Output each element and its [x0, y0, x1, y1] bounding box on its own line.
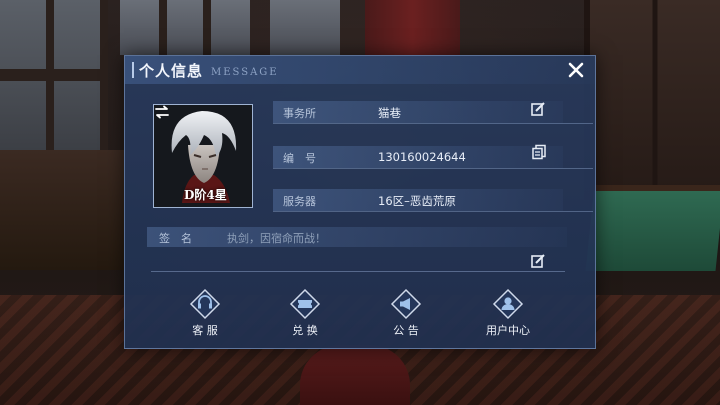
copy-icon[interactable]	[531, 144, 547, 160]
background-figure	[300, 345, 410, 405]
action-bar: 客 服 兑 换 公 告 用户中心	[125, 288, 595, 338]
customer-service-label: 客 服	[192, 324, 218, 337]
ticket-icon	[289, 288, 321, 320]
redeem-button[interactable]: 兑 换	[270, 288, 340, 338]
headset-icon	[189, 288, 221, 320]
megaphone-icon	[390, 288, 422, 320]
background-window	[270, 0, 340, 55]
personal-info-dialog: 个人信息 MESSAGE D阶4星 事务所 猫巷 编 号 13016002464…	[124, 55, 596, 349]
signature-label: 签 名	[159, 232, 192, 245]
rank-label: D阶4星	[184, 188, 227, 202]
avatar[interactable]: D阶4星	[153, 104, 253, 208]
edit-icon[interactable]	[530, 253, 546, 269]
title-accent	[132, 62, 134, 78]
id-label: 编 号	[283, 152, 316, 165]
office-row: 事务所 猫巷	[273, 101, 593, 124]
background-window	[120, 0, 250, 55]
background-shelf	[0, 150, 125, 270]
edit-icon[interactable]	[530, 101, 546, 117]
server-value: 16区–恶齿荒原	[378, 194, 456, 208]
dialog-title: 个人信息	[139, 62, 204, 80]
server-row: 服务器 16区–恶齿荒原	[273, 189, 593, 212]
announcement-button[interactable]: 公 告	[371, 288, 441, 338]
background-cabinet	[584, 0, 720, 200]
close-button[interactable]	[565, 59, 587, 81]
id-value: 130160024644	[378, 150, 466, 164]
user-center-button[interactable]: 用户中心	[473, 288, 543, 338]
id-row: 编 号 130160024644	[273, 146, 593, 169]
dialog-title-bar: 个人信息 MESSAGE	[125, 56, 595, 84]
background-curtain	[365, 0, 460, 60]
signature-value[interactable]: 执剑，因宿命而战！	[227, 230, 326, 246]
office-value: 猫巷	[378, 106, 401, 120]
announcement-label: 公 告	[393, 324, 419, 337]
server-label: 服务器	[283, 195, 316, 208]
user-center-label: 用户中心	[486, 324, 530, 337]
signature-row: 签 名 执剑，因宿命而战！	[147, 227, 567, 247]
background-window	[0, 0, 108, 150]
close-icon	[568, 62, 584, 78]
redeem-label: 兑 换	[292, 324, 318, 337]
swap-icon[interactable]	[154, 105, 170, 119]
signature-divider	[151, 271, 565, 272]
user-icon	[492, 288, 524, 320]
dialog-subtitle: MESSAGE	[211, 67, 279, 78]
background-pool-table	[585, 185, 720, 271]
customer-service-button[interactable]: 客 服	[170, 288, 240, 338]
office-label: 事务所	[283, 107, 316, 120]
